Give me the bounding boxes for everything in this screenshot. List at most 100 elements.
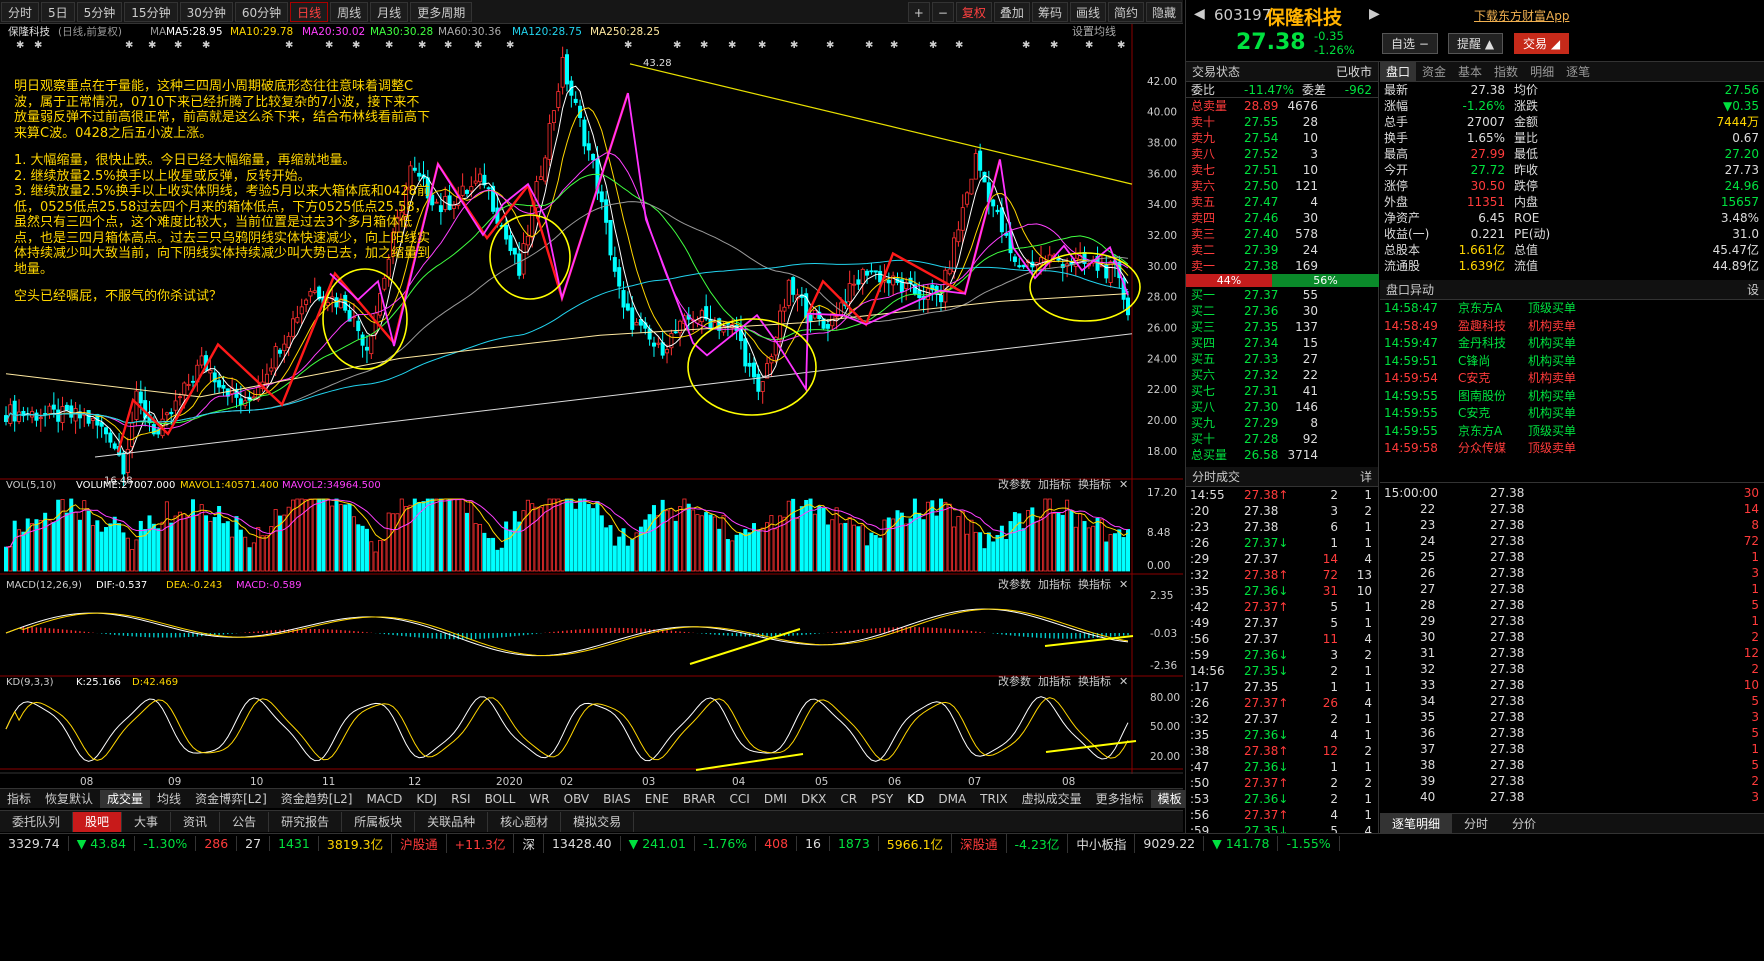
ma-legend-1: (日线,前复权) <box>58 25 122 38</box>
tool-button-6[interactable]: 简约 <box>1107 1 1144 22</box>
yidong-row: 14:59:55 图南股份 机构买单 <box>1380 388 1764 406</box>
info-tab-2[interactable]: 大事 <box>122 811 172 832</box>
volume-bar <box>169 522 174 572</box>
ticks-detail-button[interactable]: 详 <box>1360 467 1372 487</box>
indicator-tab-6[interactable]: MACD <box>359 790 409 808</box>
candle-body <box>525 235 530 246</box>
indicator-tab-4[interactable]: 资金博弈[L2] <box>188 790 274 808</box>
indicator-tab-3[interactable]: 均线 <box>150 790 188 808</box>
panel-tool-1-2[interactable]: 换指标 <box>1078 577 1111 591</box>
macd-tick-1: -0.03 <box>1150 628 1177 640</box>
pankou-tab-1[interactable]: 资金 <box>1416 62 1452 81</box>
panel-tool-0-1[interactable]: 加指标 <box>1038 477 1071 491</box>
period-tab-7[interactable]: 周线 <box>330 1 369 22</box>
yidong-row-cell-0: 14:58:47 <box>1384 301 1438 315</box>
add-watchlist-button[interactable]: 自选 − <box>1382 33 1438 54</box>
indicator-tab-2[interactable]: 成交量 <box>100 789 151 808</box>
panel-tool-2-2[interactable]: 换指标 <box>1078 674 1111 688</box>
download-app-link[interactable]: 下载东方财富App <box>1474 7 1569 24</box>
period-tab-6[interactable]: 日线 <box>290 1 329 22</box>
indicator-tab-13[interactable]: ENE <box>638 790 676 808</box>
alert-button[interactable]: 提醒 ▲ <box>1448 33 1504 54</box>
indicator-tab-16[interactable]: DMI <box>757 790 794 808</box>
period-tab-0[interactable]: 分时 <box>1 1 40 22</box>
period-tab-9[interactable]: 更多周期 <box>410 1 473 22</box>
pankou-tab-5[interactable]: 逐笔 <box>1560 62 1596 81</box>
panel-tool-1-1[interactable]: 加指标 <box>1038 577 1071 591</box>
indicator-tab-11[interactable]: OBV <box>557 790 597 808</box>
indicator-tab-9[interactable]: BOLL <box>478 790 523 808</box>
panel-tool-1-0[interactable]: 改参数 <box>998 577 1031 591</box>
indicator-tab-8[interactable]: RSI <box>444 790 478 808</box>
info-tab-4[interactable]: 公告 <box>220 811 270 832</box>
panel-tool-0-0[interactable]: 改参数 <box>998 477 1031 491</box>
pankou-tab-2[interactable]: 基本 <box>1452 62 1488 81</box>
indicator-tab-10[interactable]: WR <box>522 790 556 808</box>
tool-button-5[interactable]: 画线 <box>1069 1 1106 22</box>
tool-button-1[interactable]: − <box>931 1 954 22</box>
indicator-tab-15[interactable]: CCI <box>723 790 757 808</box>
info-tab-6[interactable]: 所属板块 <box>342 811 416 832</box>
tool-button-2[interactable]: 复权 <box>955 1 992 22</box>
period-tab-5[interactable]: 60分钟 <box>234 1 289 22</box>
period-tab-4[interactable]: 30分钟 <box>179 1 233 22</box>
tool-button-4[interactable]: 筹码 <box>1031 1 1068 22</box>
right-bottom-tab-1[interactable]: 分时 <box>1452 814 1500 833</box>
indicator-tab-23[interactable]: 虚拟成交量 <box>1015 790 1089 808</box>
date-tick-0: 08 <box>80 776 93 788</box>
kline-chart-area[interactable]: 保隆科技 (日线,前复权) MA MA5:28.95 MA10:29.78 MA20:30… <box>0 24 1183 846</box>
indicator-tab-20[interactable]: KD <box>900 790 931 808</box>
tool-button-3[interactable]: 叠加 <box>993 1 1030 22</box>
info-tab-1[interactable]: 股吧 <box>73 811 123 832</box>
next-stock-icon[interactable]: ▶ <box>1369 6 1380 22</box>
indicator-tab-7[interactable]: KDJ <box>409 790 444 808</box>
indicator-tab-0[interactable]: 指标 <box>0 790 38 808</box>
info-tab-9[interactable]: 模拟交易 <box>561 811 635 832</box>
indicator-tab-21[interactable]: DMA <box>931 790 973 808</box>
info-tab-3[interactable]: 资讯 <box>171 811 221 832</box>
pankou-tab-4[interactable]: 明细 <box>1524 62 1560 81</box>
indicator-tab-25[interactable]: 模板 <box>1150 789 1189 808</box>
info-tab-5[interactable]: 研究报告 <box>269 811 343 832</box>
volume-bar <box>212 517 217 572</box>
period-tab-1[interactable]: 5日 <box>41 1 75 22</box>
indicator-tab-12[interactable]: BIAS <box>596 790 638 808</box>
panel-close-icon[interactable]: ✕ <box>1119 578 1128 591</box>
indicator-tab-5[interactable]: 资金趋势[L2] <box>274 790 360 808</box>
info-tab-0[interactable]: 委托队列 <box>0 811 74 832</box>
right-bottom-tab-0[interactable]: 逐笔明细 <box>1380 814 1453 833</box>
period-tab-8[interactable]: 月线 <box>370 1 409 22</box>
tick-row-cell-2: 4 <box>1330 728 1338 742</box>
yidong-settings-button[interactable]: 设 <box>1747 280 1759 300</box>
bid-row: 买四 27.34 15 <box>1186 335 1378 351</box>
panel-tool-0-2[interactable]: 换指标 <box>1078 477 1111 491</box>
panel-close-icon[interactable]: ✕ <box>1119 675 1128 688</box>
pankou-tab-0[interactable]: 盘口 <box>1380 62 1417 81</box>
indicator-tab-17[interactable]: DKX <box>794 790 833 808</box>
period-tab-2[interactable]: 5分钟 <box>76 1 123 22</box>
prev-stock-icon[interactable]: ◀ <box>1194 6 1205 22</box>
ask-row: 卖一 27.38 169 <box>1186 258 1378 274</box>
ma-settings[interactable]: 设置均线 <box>1072 24 1116 38</box>
pankou-tab-3[interactable]: 指数 <box>1488 62 1524 81</box>
panel-close-icon[interactable]: ✕ <box>1119 478 1128 491</box>
indicator-tab-18[interactable]: CR <box>833 790 864 808</box>
indicator-tab-22[interactable]: TRIX <box>973 790 1014 808</box>
info-tab-7[interactable]: 关联品种 <box>415 811 489 832</box>
info-tab-8[interactable]: 核心题材 <box>488 811 562 832</box>
indicator-tab-1[interactable]: 恢复默认 <box>38 790 100 808</box>
right-bottom-tab-2[interactable]: 分价 <box>1500 814 1548 833</box>
panel-tool-2-0[interactable]: 改参数 <box>998 674 1031 688</box>
period-tab-3[interactable]: 15分钟 <box>124 1 178 22</box>
trade-button[interactable]: 交易 ◢ <box>1514 33 1570 54</box>
tool-button-7[interactable]: 隐藏 <box>1145 1 1182 22</box>
bid-row-cell-1: 27.29 <box>1244 416 1279 430</box>
volume-bar <box>247 547 252 572</box>
volume-bar <box>499 547 504 572</box>
panel-tool-2-1[interactable]: 加指标 <box>1038 674 1071 688</box>
tool-button-0[interactable]: + <box>907 1 930 22</box>
indicator-tab-19[interactable]: PSY <box>864 790 900 808</box>
tick-row-cell-3: 1 <box>1364 760 1372 774</box>
indicator-tab-14[interactable]: BRAR <box>676 790 723 808</box>
indicator-tab-24[interactable]: 更多指标 <box>1089 790 1151 808</box>
